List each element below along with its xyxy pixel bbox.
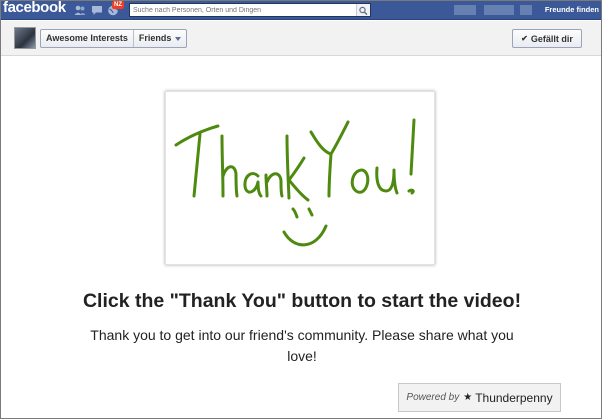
chevron-down-icon <box>175 36 182 41</box>
powered-by-badge[interactable]: Powered by ★ Thunderpenny <box>398 383 561 412</box>
notification-badge: NZ <box>112 1 124 9</box>
find-friends-link[interactable]: Freunde finden <box>545 5 599 14</box>
tab-friends[interactable]: Friends <box>132 30 187 47</box>
redacted-username <box>484 5 514 15</box>
page-header: Awesome Interests Friends ✔ Gefällt dir <box>1 21 601 56</box>
thunderpenny-brand: Thunderpenny <box>475 390 553 405</box>
tab-awesome-interests[interactable]: Awesome Interests <box>41 30 133 47</box>
top-navigation-bar: facebook NZ Freunde finden <box>1 1 601 20</box>
search-button[interactable] <box>356 4 370 16</box>
thank-you-image <box>174 118 416 247</box>
redacted-avatar <box>454 5 476 15</box>
search-icon <box>359 6 366 14</box>
headline: Click the "Thank You" button to start th… <box>82 290 522 312</box>
thank-you-button[interactable] <box>165 91 435 265</box>
search-input[interactable] <box>133 5 353 16</box>
page-avatar[interactable] <box>14 27 36 49</box>
app-window: facebook NZ Freunde finden Awesome Inter… <box>0 0 602 419</box>
like-button-label: Gefällt dir <box>530 33 573 44</box>
messages-icon[interactable] <box>91 4 103 16</box>
checkmark-icon: ✔ <box>521 34 528 43</box>
powered-by-label: Powered by <box>406 392 460 403</box>
facebook-logo[interactable]: facebook <box>3 1 66 16</box>
tab-awesome-interests-label: Awesome Interests <box>46 33 128 43</box>
tab-friends-label: Friends <box>138 33 172 43</box>
page-tabs: Awesome Interests Friends <box>40 29 188 48</box>
star-icon: ★ <box>463 392 473 403</box>
description-text: Thank you to get into our friend's commu… <box>90 327 514 364</box>
friend-requests-icon[interactable] <box>74 4 86 16</box>
like-button[interactable]: ✔ Gefällt dir <box>512 29 582 48</box>
redacted-home-link <box>520 5 532 15</box>
search-box <box>129 3 371 17</box>
